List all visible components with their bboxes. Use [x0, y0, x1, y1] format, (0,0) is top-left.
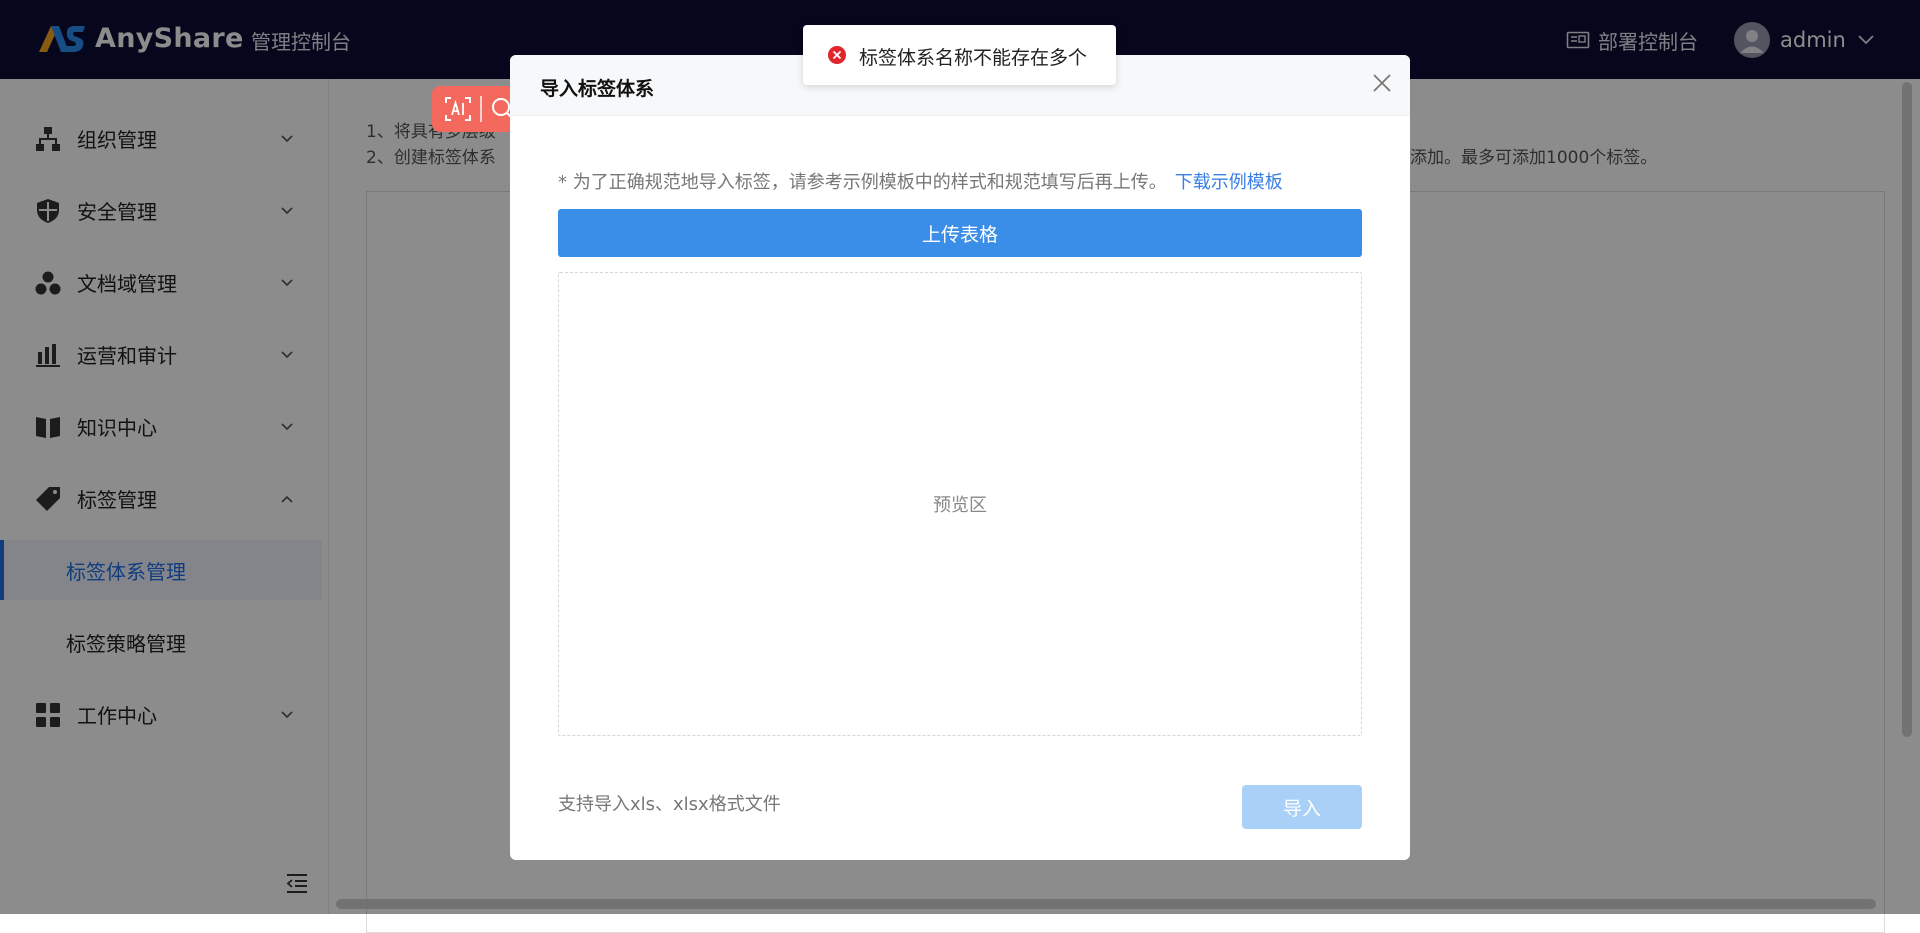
download-template-link[interactable]: 下载示例模板: [1175, 172, 1283, 193]
supported-format-note: 支持导入xls、xlsx格式文件: [558, 794, 781, 815]
ai-scan-icon[interactable]: [444, 96, 472, 122]
error-icon: [828, 46, 846, 64]
error-toast: 标签体系名称不能存在多个: [803, 25, 1116, 85]
upload-spreadsheet-button[interactable]: 上传表格: [558, 209, 1362, 257]
import-hint-text: * 为了正确规范地导入标签，请参考示例模板中的样式和规范填写后再上传。: [558, 172, 1167, 193]
import-hint: * 为了正确规范地导入标签，请参考示例模板中的样式和规范填写后再上传。 下载示例模…: [558, 168, 1283, 194]
dialog-title: 导入标签体系: [540, 78, 655, 100]
import-tag-system-dialog: 导入标签体系 * 为了正确规范地导入标签，请参考示例模板中的样式和规范填写后再上…: [510, 55, 1410, 860]
toast-message: 标签体系名称不能存在多个: [859, 47, 1088, 69]
close-icon[interactable]: [1370, 71, 1394, 95]
tool-separator: [480, 96, 482, 122]
preview-area: 预览区: [558, 272, 1362, 736]
preview-placeholder: 预览区: [933, 495, 987, 516]
import-button[interactable]: 导入: [1242, 785, 1362, 829]
